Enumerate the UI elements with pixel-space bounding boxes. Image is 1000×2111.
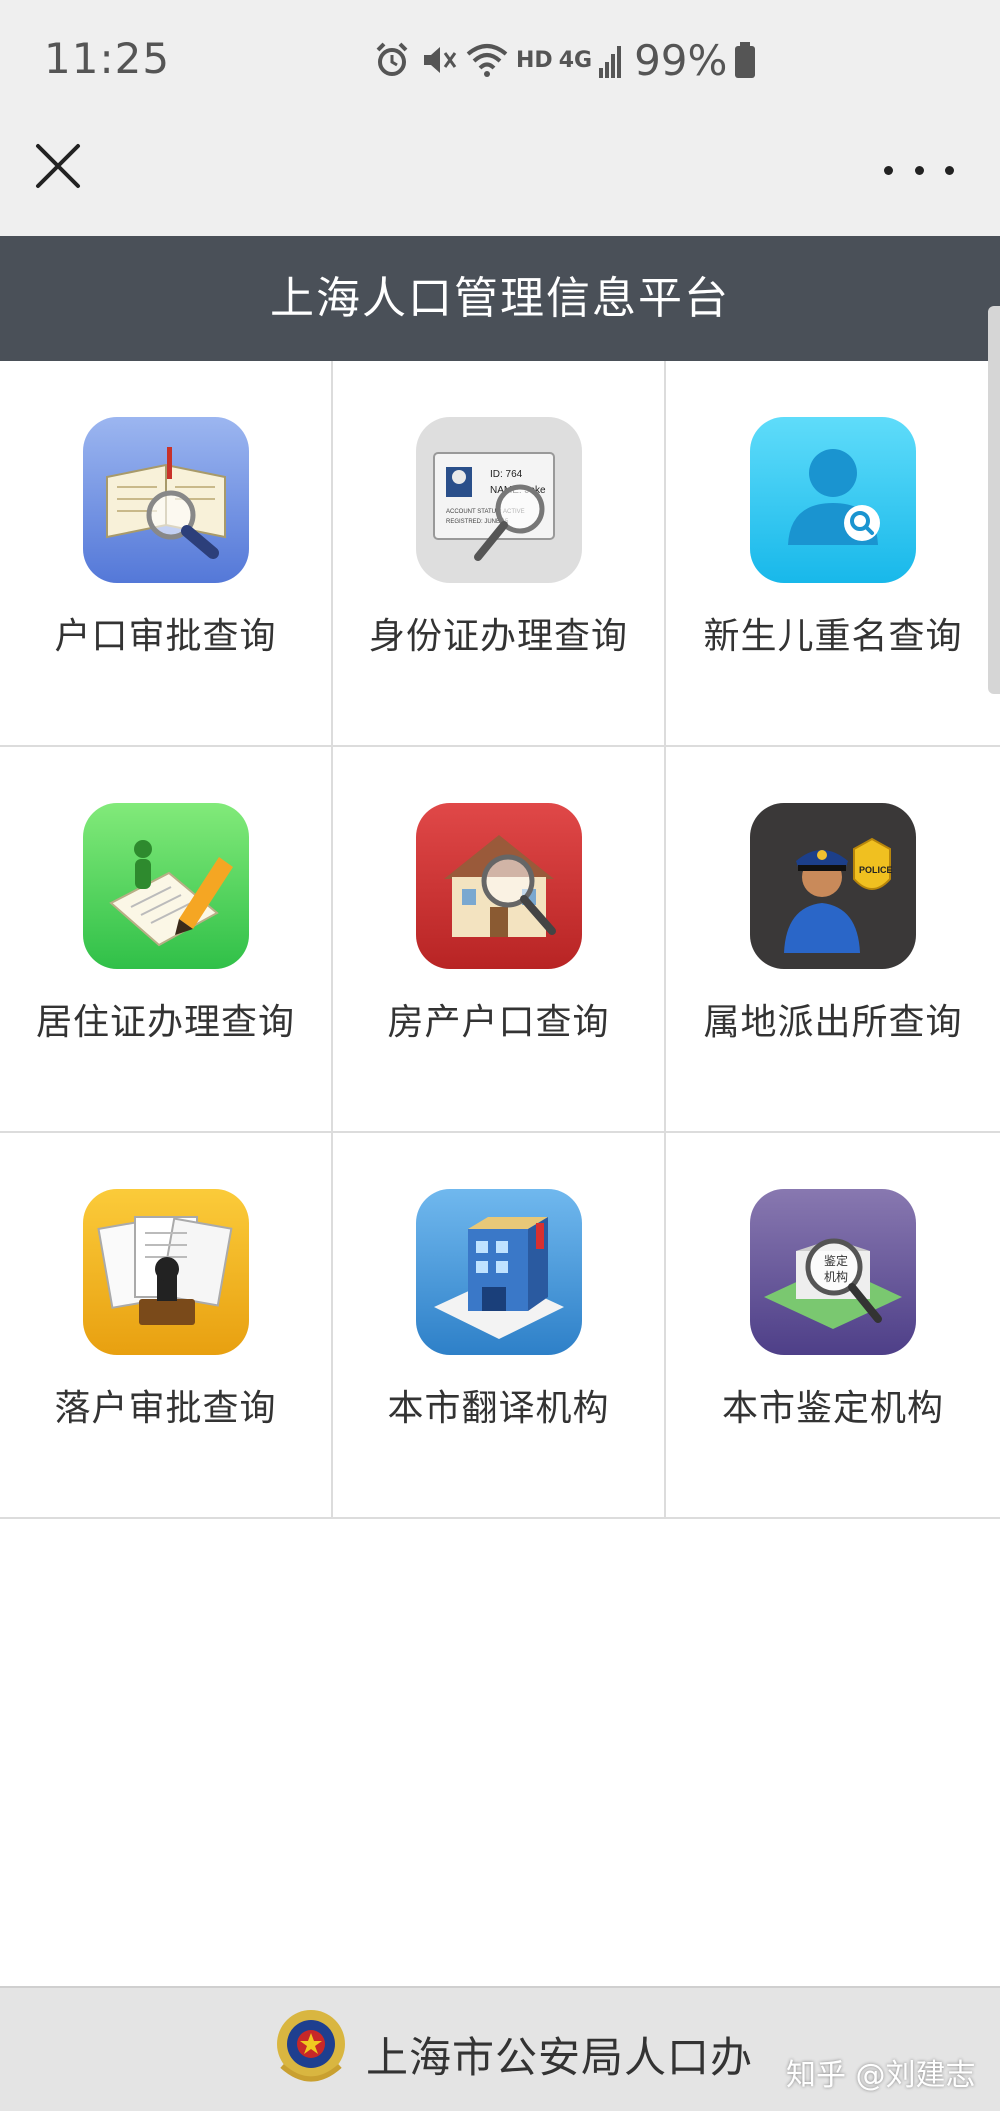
service-label: 属地派出所查询 xyxy=(703,1002,963,1043)
service-household-approval[interactable]: 户口审批查询 xyxy=(0,361,333,747)
user-search-icon xyxy=(750,417,916,583)
more-button[interactable] xyxy=(884,150,954,190)
institution-search-icon: 鉴定 机构 xyxy=(750,1189,916,1355)
service-appraisal-agency[interactable]: 鉴定 机构 本市鉴定机构 xyxy=(666,1133,1000,1519)
service-property-household[interactable]: 房产户口查询 xyxy=(333,747,666,1133)
document-edit-icon xyxy=(82,803,249,969)
more-icon-dot xyxy=(945,165,954,175)
nav-bar xyxy=(0,118,1000,236)
footer-label: 上海市公安局人口办 xyxy=(366,2033,754,2082)
stamp-documents-icon xyxy=(82,1189,249,1355)
id-card-search-icon: ID: 764 NAME: Jake ACCOUNT STATUS: ACTIV… xyxy=(415,417,582,583)
id-card-id-text: ID: 764 xyxy=(490,469,523,480)
wifi-icon xyxy=(466,44,508,77)
service-police-station[interactable]: POLICE 属地派出所查询 xyxy=(666,747,1000,1133)
house-search-icon xyxy=(415,803,582,969)
page-title: 上海人口管理信息平台 xyxy=(0,236,1000,361)
police-badge-text: POLICE xyxy=(859,865,893,875)
signal-icon xyxy=(599,46,622,78)
close-icon xyxy=(36,144,80,188)
book-search-icon xyxy=(82,417,249,583)
service-label: 落户审批查询 xyxy=(54,1388,277,1429)
service-id-card[interactable]: ID: 764 NAME: Jake ACCOUNT STATUS: ACTIV… xyxy=(333,361,666,747)
police-icon: POLICE xyxy=(750,803,916,969)
service-settlement-approval[interactable]: 落户审批查询 xyxy=(0,1133,333,1519)
battery-percent: 99% xyxy=(634,35,728,85)
scroll-indicator[interactable] xyxy=(988,306,1000,694)
battery-icon xyxy=(735,42,756,78)
service-label: 身份证办理查询 xyxy=(368,616,628,657)
watermark: 知乎 @刘建志 xyxy=(786,2058,976,2093)
network-4g-label: 4G xyxy=(558,47,593,73)
service-grid: 户口审批查询 ID: 764 NAME: Jake ACCOUNT STATUS… xyxy=(0,361,1000,1519)
status-time: 11:25 xyxy=(44,34,171,83)
service-label: 居住证办理查询 xyxy=(35,1002,295,1043)
system-icons: HD 4G 99% xyxy=(372,32,757,88)
service-label: 房产户口查询 xyxy=(387,1002,610,1043)
alarm-icon xyxy=(376,42,408,76)
institution-sign-line-2: 机构 xyxy=(824,1269,848,1284)
institution-sign-line-1: 鉴定 xyxy=(824,1253,848,1268)
mute-icon xyxy=(424,47,457,73)
building-icon xyxy=(415,1189,582,1355)
service-label: 户口审批查询 xyxy=(54,616,277,657)
close-button[interactable] xyxy=(30,138,86,194)
service-translation-agency[interactable]: 本市翻译机构 xyxy=(333,1133,666,1519)
more-icon-dot xyxy=(884,165,893,175)
more-icon-dot xyxy=(914,165,924,175)
service-label: 新生儿重名查询 xyxy=(703,616,963,657)
service-label: 本市翻译机构 xyxy=(387,1388,610,1429)
service-newborn-name[interactable]: 新生儿重名查询 xyxy=(666,361,1000,747)
service-label: 本市鉴定机构 xyxy=(721,1388,944,1429)
service-residence-permit[interactable]: 居住证办理查询 xyxy=(0,747,333,1133)
police-emblem-icon xyxy=(272,2006,350,2086)
hd-label: HD xyxy=(516,47,553,73)
